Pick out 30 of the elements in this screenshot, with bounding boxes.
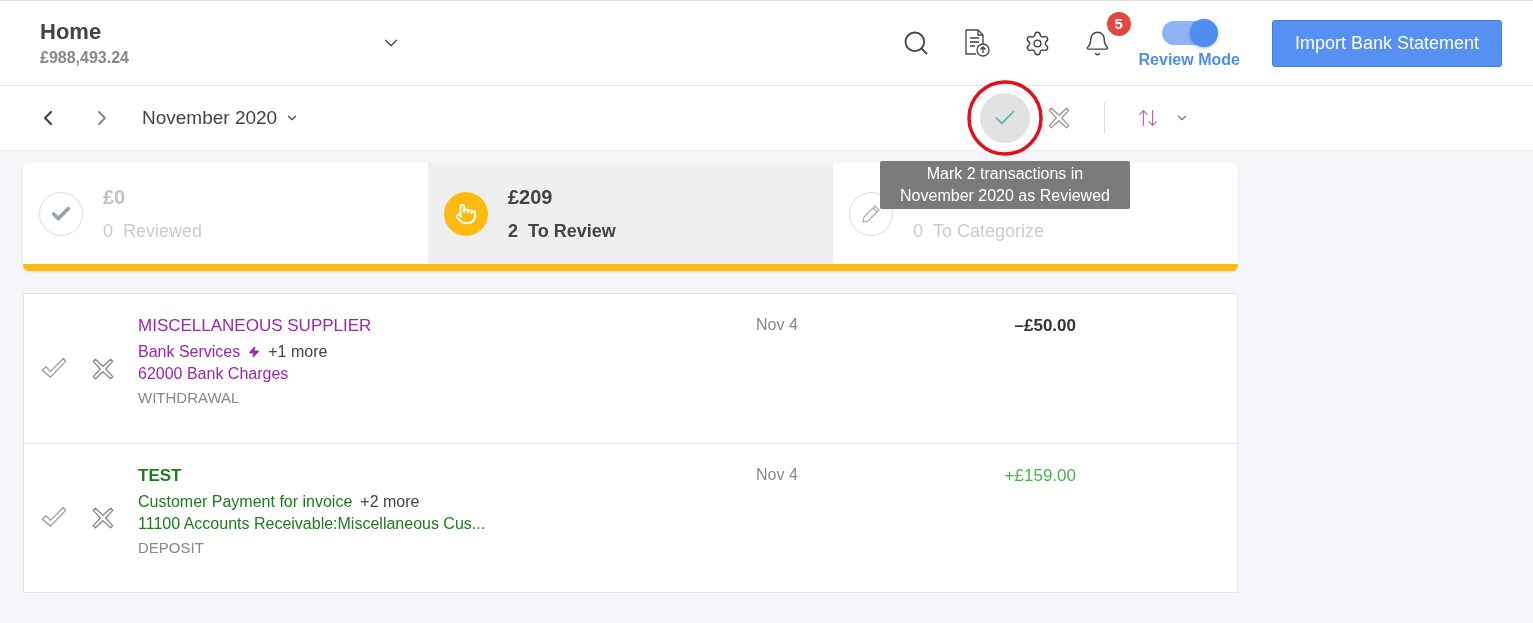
transaction-amount: +£159.00 — [1003, 466, 1076, 486]
payee-name: TEST — [138, 466, 183, 486]
transaction-amount: –£50.00 — [1013, 316, 1076, 336]
review-mode-label: Review Mode — [1138, 51, 1240, 69]
tab-label: 2 To Review — [508, 220, 616, 242]
account-name: 62000 Bank Charges — [138, 365, 290, 383]
period-selector[interactable]: November 2020 — [142, 107, 278, 129]
transaction-date: Nov 4 — [756, 316, 799, 334]
document-upload-icon[interactable] — [962, 28, 991, 58]
payee-name: MISCELLANEOUS SUPPLIER — [138, 316, 373, 336]
tab-amount: £0 — [103, 185, 127, 209]
more-link[interactable]: +1 more — [268, 343, 328, 361]
notification-badge: 5 — [1106, 11, 1131, 36]
more-link[interactable]: +2 more — [360, 493, 420, 511]
category-name: Bank Services — [138, 343, 241, 361]
account-name: 11100 Accounts Receivable:Miscellaneous Cus... — [138, 515, 487, 533]
tooltip: Mark 2 transactions in November 2020 as Reviewed — [880, 161, 1130, 209]
transaction-date: Nov 4 — [756, 466, 799, 484]
summary-tab[interactable]: £209 2 To Review — [428, 163, 833, 264]
sort-icon[interactable] — [1137, 107, 1159, 129]
hand-pointer-icon — [455, 202, 477, 225]
review-mode-toggle[interactable] — [1162, 21, 1217, 45]
reject-icon[interactable] — [1046, 105, 1072, 131]
tab-amount: £209 — [508, 185, 554, 209]
account-title: Home — [40, 19, 103, 45]
pencil-icon — [862, 204, 880, 223]
transaction-type: WITHDRAWAL — [138, 389, 241, 406]
transaction-type: DEPOSIT — [138, 539, 205, 556]
account-balance: £988,493.24 — [40, 49, 130, 67]
category-name: Customer Payment for invoice — [138, 493, 353, 511]
